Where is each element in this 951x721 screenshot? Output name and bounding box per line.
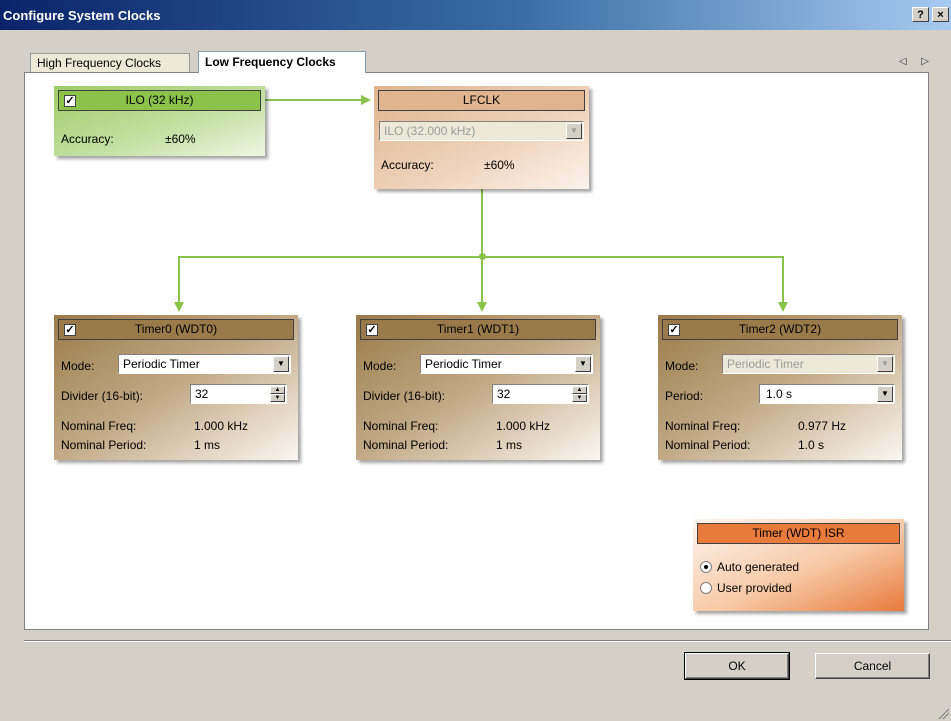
spin-down-icon[interactable]: ▼ (270, 394, 285, 402)
lfclk-accuracy-label: Accuracy: (381, 158, 434, 172)
ilo-header-label: ILO (32 kHz) (125, 93, 194, 107)
timer1-period-value: 1 ms (496, 438, 523, 452)
wire-to-timer1 (481, 256, 483, 302)
ok-button[interactable]: OK (684, 652, 790, 680)
ilo-accuracy-label: Accuracy: (61, 132, 114, 146)
timer2-freq-label: Nominal Freq: (665, 419, 741, 433)
title-bar: Configure System Clocks ? × (0, 0, 951, 30)
resize-grip-icon[interactable] (937, 707, 949, 719)
wire-ilo-to-lfclk (265, 99, 363, 101)
timer2-header-label: Timer2 (WDT2) (738, 322, 822, 336)
isr-header: Timer (WDT) ISR (697, 523, 900, 544)
timer1-divider-label: Divider (16-bit): (363, 389, 446, 403)
timer1-divider-value: 32 (497, 387, 511, 401)
timer2-period-select-label: Period: (665, 389, 704, 403)
lfclk-block: LFCLK ILO (32.000 kHz) ▼ Accuracy: ±60% (374, 86, 589, 189)
timer1-mode-value: Periodic Timer (425, 357, 502, 371)
wire-to-timer2 (782, 256, 784, 302)
timer2-block: ✓ Timer2 (WDT2) Mode: Periodic Timer ▼ P… (658, 315, 902, 460)
ilo-header: ✓ ILO (32 kHz) (58, 90, 261, 111)
arrow-down-icon (174, 302, 184, 312)
timer2-period-label: Nominal Period: (665, 438, 751, 452)
chevron-down-icon: ▼ (877, 356, 893, 372)
timer0-mode-value: Periodic Timer (123, 357, 200, 371)
timer2-mode-value: Periodic Timer (727, 357, 804, 371)
timer2-period-value: 1.0 s (798, 438, 825, 452)
timer2-period-select-value: 1.0 s (766, 387, 793, 401)
help-button[interactable]: ? (912, 7, 929, 22)
timer1-block: ✓ Timer1 (WDT1) Mode: Periodic Timer ▼ D… (356, 315, 600, 460)
timer1-header: ✓ Timer1 (WDT1) (360, 319, 596, 340)
timer1-mode-select[interactable]: Periodic Timer ▼ (420, 354, 593, 374)
timer0-period-label: Nominal Period: (61, 438, 147, 452)
timer0-divider-value: 32 (195, 387, 209, 401)
chevron-down-icon[interactable]: ▼ (877, 386, 893, 402)
lfclk-header: LFCLK (378, 90, 585, 111)
timer2-mode-label: Mode: (665, 359, 699, 373)
chevron-down-icon[interactable]: ▼ (575, 356, 591, 372)
spin-up-icon[interactable]: ▲ (270, 386, 285, 394)
timer0-enable-checkbox[interactable]: ✓ (64, 324, 76, 336)
timer2-period-select[interactable]: 1.0 s ▼ (759, 384, 895, 404)
arrow-down-icon (778, 302, 788, 312)
wire-to-timer0 (178, 256, 180, 302)
timer2-enable-checkbox[interactable]: ✓ (668, 324, 680, 336)
tab-scroll-arrows[interactable]: ◁ ▷ (899, 56, 935, 67)
timer1-header-label: Timer1 (WDT1) (436, 322, 520, 336)
timer1-freq-label: Nominal Freq: (363, 419, 439, 433)
timer0-divider-label: Divider (16-bit): (61, 389, 144, 403)
timer0-block: ✓ Timer0 (WDT0) Mode: Periodic Timer ▼ D… (54, 315, 298, 460)
tab-low-frequency-clocks[interactable]: Low Frequency Clocks (198, 51, 366, 73)
timer0-mode-select[interactable]: Periodic Timer ▼ (118, 354, 291, 374)
timer0-period-value: 1 ms (194, 438, 221, 452)
arrow-right-icon (361, 95, 371, 105)
ilo-enable-checkbox[interactable]: ✓ (64, 95, 76, 107)
spin-down-icon[interactable]: ▼ (572, 394, 587, 402)
isr-auto-radio[interactable] (700, 561, 712, 573)
timer2-mode-select: Periodic Timer ▼ (722, 354, 895, 374)
lfclk-source-select: ILO (32.000 kHz) ▼ (379, 121, 584, 141)
footer-separator (24, 640, 951, 642)
clock-diagram-canvas: ✓ ILO (32 kHz) Accuracy: ±60% LFCLK ILO … (24, 72, 929, 630)
isr-user-radio[interactable] (700, 582, 712, 594)
timer2-freq-value: 0.977 Hz (798, 419, 847, 433)
isr-auto-label[interactable]: Auto generated (717, 560, 799, 574)
timer0-freq-label: Nominal Freq: (61, 419, 137, 433)
timer0-header-label: Timer0 (WDT0) (134, 322, 218, 336)
timer1-period-label: Nominal Period: (363, 438, 449, 452)
arrow-down-icon (477, 302, 487, 312)
timer1-enable-checkbox[interactable]: ✓ (366, 324, 378, 336)
cancel-button[interactable]: Cancel (815, 653, 930, 679)
lfclk-source-value: ILO (32.000 kHz) (384, 124, 476, 138)
window-title: Configure System Clocks (3, 8, 161, 23)
timer0-divider-stepper[interactable]: 32 ▲ ▼ (190, 384, 287, 404)
isr-block: Timer (WDT) ISR Auto generated User prov… (693, 519, 904, 611)
timer1-mode-label: Mode: (363, 359, 397, 373)
ilo-accuracy-value: ±60% (165, 132, 196, 146)
chevron-down-icon: ▼ (566, 123, 582, 139)
timer0-freq-value: 1.000 kHz (194, 419, 249, 433)
lfclk-accuracy-value: ±60% (484, 158, 515, 172)
isr-user-label[interactable]: User provided (717, 581, 792, 595)
timer0-header: ✓ Timer0 (WDT0) (58, 319, 294, 340)
chevron-down-icon[interactable]: ▼ (273, 356, 289, 372)
spin-up-icon[interactable]: ▲ (572, 386, 587, 394)
timer2-header: ✓ Timer2 (WDT2) (662, 319, 898, 340)
timer1-freq-value: 1.000 kHz (496, 419, 551, 433)
timer0-mode-label: Mode: (61, 359, 95, 373)
timer1-divider-stepper[interactable]: 32 ▲ ▼ (492, 384, 589, 404)
close-button[interactable]: × (932, 7, 949, 22)
wire-lfclk-down (481, 189, 483, 257)
ilo-block: ✓ ILO (32 kHz) Accuracy: ±60% (54, 86, 265, 156)
tab-high-frequency-clocks[interactable]: High Frequency Clocks (30, 53, 190, 72)
